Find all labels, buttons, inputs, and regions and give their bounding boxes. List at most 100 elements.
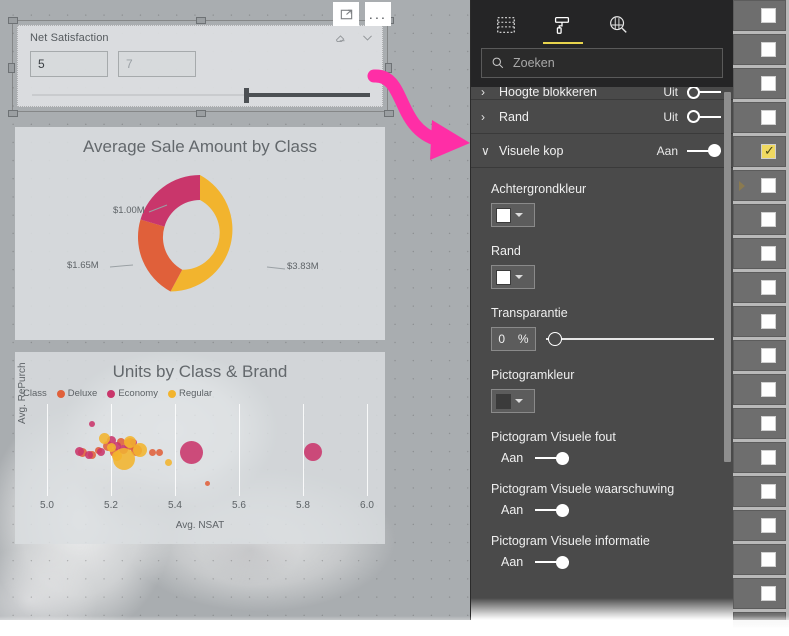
panel-section-rows: › Hoogte blokkeren Uit › Rand Uit ∨ Visu… (471, 87, 733, 168)
toggle-visuele-kop[interactable] (687, 144, 721, 158)
panel-row-state: Uit (663, 109, 678, 124)
field-checkbox[interactable] (761, 348, 776, 363)
field-list-row[interactable] (733, 272, 786, 303)
legend-item-economy[interactable]: Economy (107, 388, 158, 399)
field-label: Rand (491, 244, 521, 258)
field-checkbox[interactable] (761, 280, 776, 295)
scatter-bubble[interactable] (74, 446, 84, 456)
scatter-bubble[interactable] (97, 448, 106, 456)
visual-header-buttons[interactable]: ... (333, 2, 391, 26)
scatter-bubble[interactable] (303, 443, 322, 461)
search-input[interactable]: Zoeken (481, 48, 723, 78)
format-tab[interactable] (543, 8, 583, 44)
field-checkbox[interactable] (761, 246, 776, 261)
toggle-pictogram-visuele-waarschuwing[interactable] (535, 503, 570, 517)
field-list-row[interactable] (733, 510, 786, 541)
toggle-state-label: Aan (501, 555, 524, 569)
focus-mode-button[interactable] (333, 2, 359, 26)
field-pictogram-visuele-waarschuwing: Pictogram Visuele waarschuwing Aan (491, 482, 733, 517)
fields-tab[interactable] (489, 8, 523, 42)
panel-row-hoogte-blokkeren[interactable]: › Hoogte blokkeren Uit (471, 87, 733, 100)
transparency-value: 0 (498, 332, 506, 346)
scatter-bubble[interactable] (165, 458, 173, 466)
scatter-bubble[interactable] (84, 450, 93, 459)
donut-chart-visual[interactable]: Average Sale Amount by Class $1.00M $1.6… (15, 127, 385, 340)
field-checkbox[interactable] (761, 586, 776, 601)
field-list-row[interactable] (733, 306, 786, 337)
slicer-range-slider[interactable] (32, 88, 370, 103)
field-list-row[interactable] (733, 34, 786, 65)
scatter-legend[interactable]: Class Deluxe Economy Regular (23, 388, 212, 399)
field-list-row[interactable] (733, 68, 786, 99)
field-list-row[interactable] (733, 102, 786, 133)
slicer-range-inputs[interactable]: 5 7 (30, 51, 196, 77)
color-picker-rand[interactable] (491, 265, 535, 289)
field-list-row[interactable] (733, 578, 786, 609)
panel-row-visuele-kop[interactable]: ∨ Visuele kop Aan (471, 134, 733, 168)
scatter-bubble[interactable] (132, 443, 147, 458)
field-label: Pictogram Visuele informatie (491, 534, 650, 548)
field-checkbox[interactable] (761, 450, 776, 465)
field-list-row[interactable] (733, 442, 786, 473)
legend-item-deluxe[interactable]: Deluxe (56, 388, 97, 399)
eraser-icon[interactable] (334, 31, 347, 44)
field-list-strip[interactable] (733, 0, 789, 620)
field-list-row[interactable] (733, 170, 786, 201)
field-checkbox-checked[interactable] (761, 143, 776, 159)
report-canvas[interactable]: Net Satisfaction 5 7 ... Average Sale Am… (0, 0, 470, 620)
panel-scrollbar[interactable] (724, 92, 731, 462)
scatter-bubble[interactable] (155, 448, 163, 456)
field-list-row[interactable] (733, 374, 786, 405)
field-checkbox[interactable] (761, 314, 776, 329)
analytics-magnifier-icon (610, 16, 627, 33)
slicer-thumb[interactable] (244, 88, 249, 103)
slicer-visual[interactable]: Net Satisfaction 5 7 (17, 25, 383, 107)
scatter-chart-visual[interactable]: Units by Class & Brand Class Deluxe Econ… (15, 352, 385, 544)
chevron-down-icon[interactable] (361, 31, 374, 44)
more-options-button[interactable]: ... (365, 2, 391, 26)
field-checkbox[interactable] (761, 110, 776, 125)
toggle-pictogram-visuele-informatie[interactable] (535, 555, 570, 569)
field-list-row[interactable] (733, 340, 786, 371)
field-checkbox[interactable] (761, 212, 776, 227)
field-list-row[interactable] (733, 0, 786, 31)
panel-tab-strip[interactable] (471, 0, 733, 48)
field-list-row[interactable] (733, 408, 786, 439)
field-list-row[interactable] (733, 238, 786, 269)
slider-thumb[interactable] (548, 332, 562, 346)
color-picker-achtergrondkleur[interactable] (491, 203, 535, 227)
transparency-value-box[interactable]: 0 % (491, 327, 536, 351)
analytics-tab[interactable] (601, 8, 635, 42)
color-swatch (496, 269, 511, 285)
field-checkbox[interactable] (761, 178, 776, 193)
color-picker-pictogramkleur[interactable] (491, 389, 535, 413)
field-checkbox[interactable] (761, 8, 776, 23)
field-checkbox[interactable] (761, 416, 776, 431)
field-list-row[interactable] (733, 136, 786, 167)
field-checkbox[interactable] (761, 382, 776, 397)
scatter-plot-area (15, 404, 385, 512)
toggle-rand[interactable] (687, 110, 721, 124)
expand-arrow-icon[interactable] (739, 181, 745, 191)
slicer-min-input[interactable]: 5 (30, 51, 108, 77)
field-checkbox[interactable] (761, 484, 776, 499)
field-checkbox[interactable] (761, 76, 776, 91)
scatter-bubble[interactable] (204, 481, 210, 487)
legend-item-regular[interactable]: Regular (167, 388, 212, 399)
field-checkbox[interactable] (761, 518, 776, 533)
field-checkbox[interactable] (761, 552, 776, 567)
scatter-bubble[interactable] (88, 421, 95, 428)
transparency-slider[interactable] (546, 332, 714, 346)
toggle-hoogte-blokkeren[interactable] (687, 87, 721, 99)
field-list-row[interactable] (733, 476, 786, 507)
field-list-row[interactable] (733, 204, 786, 235)
format-panel[interactable]: Zoeken › Hoogte blokkeren Uit › Rand Uit (470, 0, 733, 620)
field-list-row[interactable] (733, 544, 786, 575)
scatter-bubble[interactable] (179, 440, 203, 464)
field-checkbox[interactable] (761, 42, 776, 57)
field-label: Transparantie (491, 306, 568, 320)
toggle-pictogram-visuele-fout[interactable] (535, 451, 570, 465)
slicer-max-input[interactable]: 7 (118, 51, 196, 77)
scatter-bubble[interactable] (112, 447, 135, 470)
panel-row-rand[interactable]: › Rand Uit (471, 100, 733, 134)
